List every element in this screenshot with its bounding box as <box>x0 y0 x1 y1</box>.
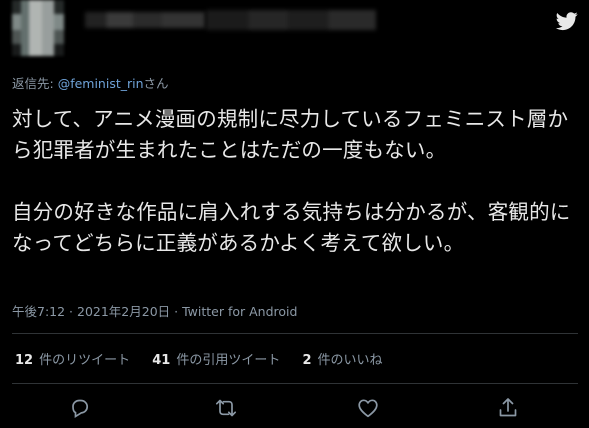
like-count-number: 2 <box>302 353 312 368</box>
divider <box>12 333 578 334</box>
blurred-display-name[interactable] <box>85 12 205 28</box>
divider <box>12 383 578 384</box>
reply-to-line: 返信先: @feminist_rinさん <box>12 73 169 92</box>
tweet-actions <box>0 392 589 424</box>
reply-prefix: 返信先: <box>12 76 58 91</box>
reply-icon <box>72 399 89 419</box>
retweet-icon <box>215 399 237 417</box>
blurred-username[interactable] <box>206 10 376 30</box>
quote-count-number: 41 <box>152 353 171 368</box>
tweet-text: 対して、アニメ漫画の規制に尽力しているフェミニスト層から犯罪者が生まれたことはた… <box>12 107 571 255</box>
tweet-timestamp[interactable]: 午後7:12 · 2021年2月20日 · Twitter for Androi… <box>12 301 297 320</box>
retweet-count[interactable]: 12 件のリツイート <box>15 349 130 368</box>
quote-count-label: 件の引用ツイート <box>176 353 281 368</box>
quote-count[interactable]: 41 件の引用ツイート <box>152 349 280 368</box>
share-icon <box>499 398 517 417</box>
reply-suffix: さん <box>143 76 169 91</box>
heart-icon <box>358 399 378 418</box>
tweet-stats: 12 件のリツイート 41 件の引用ツイート 2 件のいいね <box>15 349 401 368</box>
like-button[interactable] <box>356 396 380 420</box>
like-count-label: 件のいいね <box>317 353 383 368</box>
avatar[interactable] <box>12 0 64 56</box>
reply-handle-link[interactable]: @feminist_rin <box>58 76 144 91</box>
tweet-header <box>0 0 589 60</box>
retweet-count-label: 件のリツイート <box>39 353 131 368</box>
retweet-button[interactable] <box>214 396 238 420</box>
like-count[interactable]: 2 件のいいね <box>303 349 383 368</box>
retweet-count-number: 12 <box>15 353 34 368</box>
reply-button[interactable] <box>68 396 92 420</box>
share-button[interactable] <box>496 396 520 420</box>
twitter-bird-icon <box>555 10 579 32</box>
